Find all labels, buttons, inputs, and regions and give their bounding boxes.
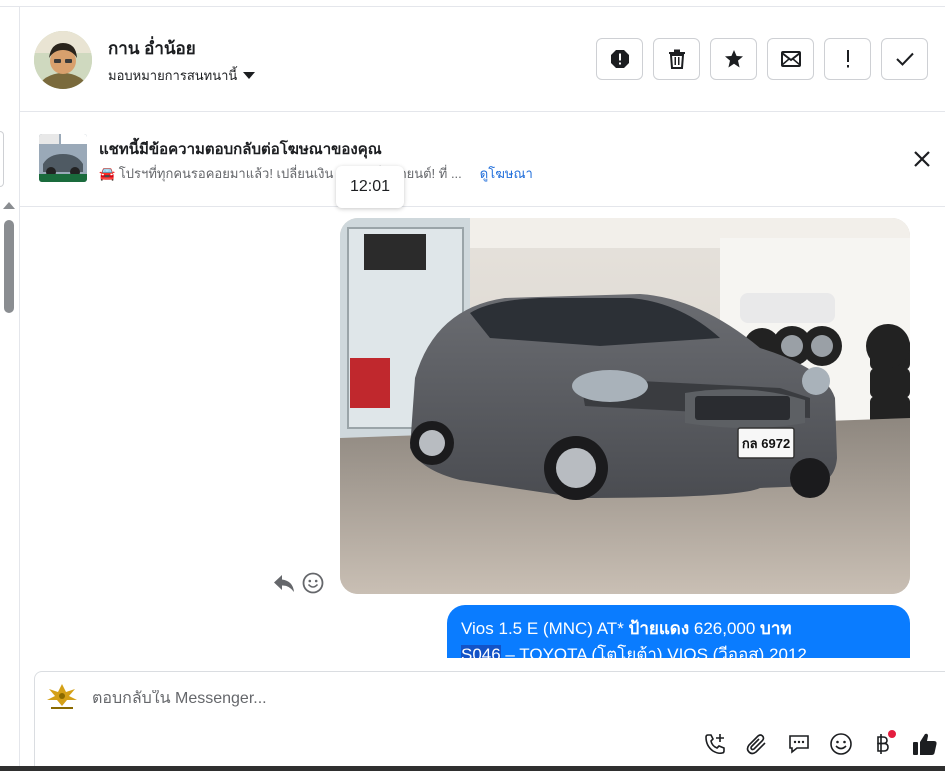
message-text-part: Vios 1.5 E (MNC) AT* <box>461 619 629 638</box>
message-text-part: 626,000 <box>689 619 761 638</box>
top-strip <box>0 0 945 7</box>
message-text-bold: ป้ายแดง <box>628 619 690 638</box>
timestamp-tooltip: 12:01 <box>336 166 404 208</box>
view-ad-link[interactable]: ดูโฆษณา <box>480 163 533 184</box>
ad-reply-banner: แชทนี้มีข้อความตอบกลับต่อโฆษณาของคุณ 🚘 โ… <box>20 112 945 207</box>
ad-snippet: 🚘 โปรฯที่ทุกคนรอคอยมาแล้ว! เปลี่ยนเงิน <box>99 166 334 181</box>
reply-composer <box>34 671 945 771</box>
scrollbar-thumb[interactable] <box>4 220 14 313</box>
ad-banner-title: แชทนี้มีข้อความตอบกลับต่อโฆษณาของคุณ <box>99 141 382 158</box>
paperclip-icon <box>746 733 766 754</box>
thumbs-up-icon <box>912 733 937 755</box>
assign-conversation-dropdown[interactable]: มอบหมายการสนทนานี้ <box>108 65 256 86</box>
saved-replies-button[interactable] <box>784 729 813 758</box>
message-line-2: S046 – TOYOTA (โตโยต้า) VIOS (วีออส) 201… <box>461 642 896 658</box>
delete-button[interactable] <box>653 38 700 80</box>
react-emoji-icon[interactable] <box>302 572 324 594</box>
collapse-tab[interactable] <box>0 131 4 187</box>
car-photo-attachment[interactable]: กล 6972 <box>340 218 910 594</box>
call-add-icon <box>704 733 725 754</box>
license-plate-text: กล 6972 <box>742 436 790 451</box>
trash-icon <box>668 49 685 69</box>
bottom-bar <box>0 766 945 771</box>
spam-button[interactable] <box>596 38 643 80</box>
star-icon <box>724 50 743 68</box>
conversation-header: กาน อ่ำน้อย มอบหมายการสนทนานี้ <box>20 7 945 112</box>
message-text-part: – TOYOTA (โตโยต้า) VIOS (วีออส) 2012 <box>500 645 807 658</box>
emoji-button[interactable] <box>826 729 855 758</box>
page-logo <box>45 682 79 712</box>
mark-done-button[interactable] <box>881 38 928 80</box>
avatar[interactable] <box>34 31 92 89</box>
close-banner-button[interactable] <box>911 148 933 170</box>
alert-octagon-icon <box>610 50 629 68</box>
ad-banner-subtitle: 🚘 โปรฯที่ทุกคนรอคอยมาแล้ว! เปลี่ยนเงิน ก… <box>99 163 533 184</box>
composer-tools <box>700 729 939 758</box>
messenger-inbox-frame: กาน อ่ำน้อย มอบหมายการสนทนานี้ แชทนี้มีข… <box>0 0 945 771</box>
outgoing-message-bubble[interactable]: Vios 1.5 E (MNC) AT* ป้ายแดง 626,000 บาท… <box>447 605 910 658</box>
attach-button[interactable] <box>742 729 771 758</box>
scroll-up-arrow-icon[interactable] <box>3 202 15 209</box>
assign-label: มอบหมายการสนทนานี้ <box>108 68 238 83</box>
message-input[interactable] <box>92 690 692 708</box>
notification-dot <box>888 730 896 738</box>
mark-unread-button[interactable] <box>767 38 814 80</box>
payment-button[interactable] <box>868 729 897 758</box>
contact-name[interactable]: กาน อ่ำน้อย <box>108 35 196 62</box>
message-thread: กล 6972 Vios 1.5 E (MNC) AT* ป้ายแดง 626… <box>20 208 945 658</box>
conversation-actions <box>596 38 928 80</box>
reply-icon[interactable] <box>273 572 295 594</box>
caret-down-icon <box>243 72 256 79</box>
follow-up-button[interactable] <box>824 38 871 80</box>
like-button[interactable] <box>910 729 939 758</box>
star-button[interactable] <box>710 38 757 80</box>
left-rail <box>0 7 20 771</box>
message-highlight: S046 <box>461 645 501 658</box>
saved-reply-icon <box>788 734 809 754</box>
message-text-bold: บาท <box>760 619 792 638</box>
exclamation-icon <box>846 50 849 68</box>
close-icon <box>914 151 930 167</box>
envelope-icon <box>780 51 801 67</box>
emoji-icon <box>829 732 852 755</box>
ad-thumbnail[interactable] <box>39 134 87 182</box>
message-line-1: Vios 1.5 E (MNC) AT* ป้ายแดง 626,000 บาท <box>461 616 896 642</box>
checkmark-icon <box>895 52 914 66</box>
call-add-button[interactable] <box>700 729 729 758</box>
